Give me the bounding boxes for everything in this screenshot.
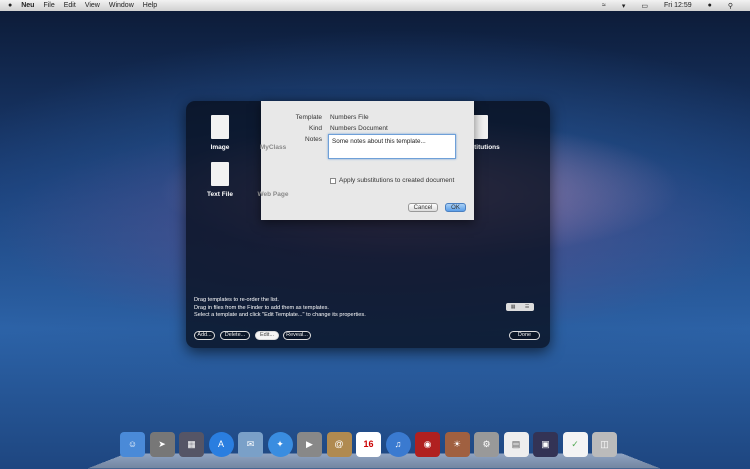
mission-control-icon[interactable]: ▦ bbox=[179, 432, 204, 457]
ok-button[interactable]: OK bbox=[445, 203, 466, 212]
template-label: Image bbox=[210, 144, 230, 151]
edit-template-sheet: Template Numbers File Kind Numbers Docum… bbox=[261, 101, 474, 220]
checkbox-box[interactable] bbox=[330, 177, 336, 184]
trash-icon[interactable]: ◫ bbox=[592, 432, 617, 457]
help-text: Drag templates to re-order the list. Dra… bbox=[194, 297, 366, 320]
mail-icon[interactable]: ✉ bbox=[238, 432, 263, 457]
itunes-icon[interactable]: ♫ bbox=[385, 432, 411, 457]
cancel-button[interactable]: Cancel bbox=[408, 203, 438, 212]
edit-button[interactable]: Edit... bbox=[255, 331, 279, 340]
reveal-button[interactable]: Reveal... bbox=[283, 331, 311, 340]
kind-value: Numbers Document bbox=[330, 125, 388, 132]
delete-button[interactable]: Delete... bbox=[220, 331, 250, 340]
notes-label: Notes bbox=[305, 136, 322, 143]
menu-view[interactable]: View bbox=[85, 2, 100, 9]
help-line: Select a template and click "Edit Templa… bbox=[194, 312, 366, 318]
view-mode-toggle[interactable]: ▦ ☰ bbox=[506, 303, 534, 311]
template-label: Text File bbox=[207, 191, 233, 198]
menu-app[interactable]: Neu bbox=[21, 2, 34, 9]
kind-label: Kind bbox=[308, 125, 322, 132]
photo-booth-icon[interactable]: ◉ bbox=[415, 432, 440, 457]
add-button[interactable]: Add... bbox=[194, 331, 215, 340]
spotlight-icon[interactable]: ⚲ bbox=[728, 2, 733, 10]
template-label: MyClass bbox=[259, 144, 287, 151]
image-file-icon bbox=[211, 115, 229, 139]
volume-icon[interactable]: ▾ bbox=[622, 2, 626, 10]
iphoto-icon[interactable]: ☀ bbox=[444, 432, 470, 457]
template-value: Numbers File bbox=[330, 114, 369, 121]
help-line: Drag in files from the Finder to add the… bbox=[194, 304, 329, 311]
clock[interactable]: Fri 12:59 bbox=[664, 2, 692, 9]
grid-view-icon[interactable]: ▦ bbox=[511, 304, 516, 310]
contacts-icon[interactable]: @ bbox=[326, 432, 352, 457]
done-button[interactable]: Done bbox=[509, 331, 540, 340]
safari-icon[interactable]: ✦ bbox=[267, 432, 293, 457]
template-text-file[interactable]: Text File bbox=[195, 162, 245, 198]
user-icon[interactable]: ● bbox=[708, 2, 712, 9]
menu-window[interactable]: Window bbox=[109, 2, 134, 9]
app-store-icon[interactable]: A bbox=[208, 432, 234, 457]
screen-icon[interactable]: ▣ bbox=[533, 432, 558, 457]
facetime-icon[interactable]: ▶ bbox=[297, 432, 322, 457]
dock: ☺ ➤ ▦ A ✉ ✦ ▶ @ 16 ♫ ◉ ☀ ⚙ ▤ ▣ ✓ ◫ bbox=[120, 432, 617, 457]
battery-icon[interactable]: ▭ bbox=[641, 2, 648, 10]
wifi-icon[interactable]: ≈ bbox=[602, 2, 606, 9]
calendar-icon[interactable]: 16 bbox=[356, 432, 381, 457]
finder-icon[interactable]: ☺ bbox=[120, 432, 145, 457]
list-view-icon[interactable]: ☰ bbox=[525, 304, 529, 310]
launchpad-icon[interactable]: ➤ bbox=[149, 432, 175, 457]
system-preferences-icon[interactable]: ⚙ bbox=[474, 432, 499, 457]
menu-edit[interactable]: Edit bbox=[64, 2, 76, 9]
help-line: Drag templates to re-order the list. bbox=[194, 297, 279, 303]
menu-file[interactable]: File bbox=[43, 2, 54, 9]
menu-bar: ● Neu File Edit View Window Help ≈ ▾ ▭ F… bbox=[0, 0, 750, 11]
apple-menu[interactable]: ● bbox=[8, 2, 12, 9]
checkbox-label: Apply substitutions to created document bbox=[339, 177, 455, 184]
text-file-icon bbox=[211, 162, 229, 186]
template-label: Template bbox=[295, 114, 322, 121]
template-label: Web Page bbox=[257, 191, 289, 198]
menu-help[interactable]: Help bbox=[143, 2, 157, 9]
textedit-icon[interactable]: ✓ bbox=[562, 432, 588, 457]
apply-substitutions-checkbox[interactable]: Apply substitutions to created document bbox=[330, 177, 454, 184]
preview-icon[interactable]: ▤ bbox=[503, 432, 529, 457]
notes-field[interactable]: Some notes about this template... bbox=[328, 134, 456, 159]
template-image[interactable]: Image bbox=[195, 115, 245, 151]
